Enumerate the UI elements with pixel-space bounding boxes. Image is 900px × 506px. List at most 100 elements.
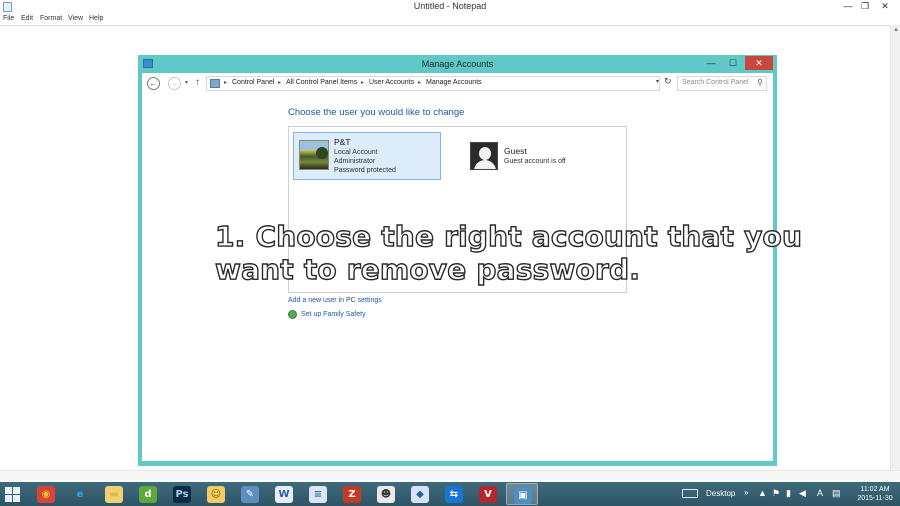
window-title: Manage Accounts (421, 59, 494, 69)
scroll-up-icon[interactable]: ▲ (891, 25, 900, 35)
taskbar-app-button[interactable]: V (472, 483, 504, 505)
filezilla-icon: Z (343, 486, 361, 503)
menu-view[interactable]: View (68, 15, 83, 22)
account-status: Guest account is off (504, 158, 566, 165)
user-avatar (299, 140, 329, 170)
horizontal-scrollbar[interactable] (0, 470, 900, 480)
taskbar-app-button[interactable]: e (64, 483, 96, 505)
manage-accounts-titlebar: Manage Accounts — ☐ ✕ (138, 55, 777, 73)
teamviewer-icon: ⇆ (445, 486, 463, 503)
network-tool-icon: ◆ (411, 486, 429, 503)
menu-edit[interactable]: Edit (21, 15, 33, 22)
system-tray: Desktop » ▲ ⚑ ▮ ◀ A ▤ 11:02 AM 2015-11-3… (678, 482, 900, 506)
menu-format[interactable]: Format (40, 15, 62, 22)
caption-line-2: want to remove password. (214, 252, 641, 286)
touch-keyboard-icon[interactable] (682, 489, 698, 498)
breadcrumb-separator-icon[interactable]: ▸ (418, 79, 421, 86)
breadcrumb-separator-icon[interactable]: ▸ (278, 79, 281, 86)
search-placeholder: Search Control Panel (682, 79, 749, 86)
taskbar-app-button[interactable]: ◆ (404, 483, 436, 505)
taskbar-app-button[interactable]: Ps (166, 483, 198, 505)
user-folder-icon: ☺ (207, 486, 225, 503)
menu-file[interactable]: File (3, 15, 14, 22)
action-center-flag-icon[interactable]: ⚑ (772, 488, 780, 499)
account-tile-pt[interactable]: P&T Local Account Administrator Password… (293, 132, 441, 180)
maximize-button[interactable]: ☐ (724, 56, 742, 70)
clock[interactable]: 11:02 AM 2015-11-30 (852, 485, 898, 503)
show-hidden-icons-icon[interactable]: ▲ (758, 488, 767, 498)
word-icon: W (275, 486, 293, 503)
search-input[interactable]: Search Control Panel ⚲ (677, 76, 767, 91)
desktop-toolbar-chevron-icon[interactable]: » (744, 488, 748, 497)
search-icon[interactable]: ⚲ (757, 78, 763, 87)
taskbar: ◉ e ▬ d Ps ☺ ✎ W ≡ Z ☻ ◆ ⇆ V ▣ Desktop » ▲ ⚑ ▮ ◀ A ▤ 1… (0, 482, 900, 506)
breadcrumb-user-accounts[interactable]: User Accounts (369, 79, 414, 86)
vertical-scrollbar[interactable]: ▲ ▼ (890, 25, 900, 480)
breadcrumb-manage-accounts[interactable]: Manage Accounts (426, 79, 482, 86)
refresh-icon[interactable]: ↻ (664, 76, 672, 87)
breadcrumb-control-panel[interactable]: Control Panel (232, 79, 274, 86)
notepad-menubar: File Edit Format View Help (0, 14, 900, 25)
volume-icon[interactable]: ◀ (799, 488, 806, 499)
account-tile-guest[interactable]: Guest Guest account is off (467, 136, 617, 172)
account-name: Guest (504, 146, 527, 156)
breadcrumb-separator-icon[interactable]: ▸ (361, 79, 364, 86)
page-heading: Choose the user you would like to change (288, 107, 465, 118)
restore-button[interactable]: ❐ (857, 0, 873, 13)
taskbar-app-button[interactable]: ▬ (98, 483, 130, 505)
close-button[interactable]: ✕ (745, 56, 773, 70)
file-explorer-icon: ▬ (105, 486, 123, 503)
internet-explorer-icon: e (76, 489, 84, 500)
document-icon: ≡ (309, 486, 327, 503)
pen-tool-icon: ✎ (241, 486, 259, 503)
taskbar-app-button[interactable]: ⇆ (438, 483, 470, 505)
vnc-icon: V (479, 486, 497, 503)
clock-time: 11:02 AM (860, 486, 890, 493)
start-button[interactable] (4, 485, 22, 503)
dreamweaver-icon: d (139, 486, 157, 503)
chrome-icon: ◉ (37, 486, 55, 503)
breadcrumb-all-items[interactable]: All Control Panel Items (286, 79, 357, 86)
taskbar-app-button[interactable]: W (268, 483, 300, 505)
remote-assist-icon: ☻ (377, 486, 395, 503)
forward-arrow-icon[interactable]: → (168, 77, 181, 90)
minimize-button[interactable]: — (702, 56, 720, 70)
address-bar[interactable]: ▸ Control Panel ▸ All Control Panel Item… (206, 76, 660, 91)
address-dropdown-icon[interactable]: ▾ (656, 78, 659, 85)
guest-avatar-icon (470, 142, 498, 170)
navigation-bar: ← → ▾ ↑ ▸ Control Panel ▸ All Control Pa… (142, 73, 773, 95)
taskbar-app-button[interactable]: ▣ (506, 483, 538, 505)
photoshop-icon: Ps (173, 486, 191, 503)
account-name: P&T (334, 137, 351, 147)
desktop-toolbar-label[interactable]: Desktop (706, 489, 735, 498)
taskbar-app-button[interactable]: ◉ (30, 483, 62, 505)
back-arrow-icon[interactable]: ← (147, 77, 160, 90)
up-arrow-icon[interactable]: ↑ (195, 77, 200, 88)
minimize-button[interactable]: — (840, 0, 856, 13)
account-role: Administrator (334, 158, 376, 165)
add-user-link[interactable]: Add a new user in PC settings (288, 297, 382, 304)
taskbar-app-button[interactable]: Z (336, 483, 368, 505)
taskbar-app-button[interactable]: ✎ (234, 483, 266, 505)
taskbar-app-button[interactable]: ☺ (200, 483, 232, 505)
clock-date: 2015-11-30 (857, 495, 893, 502)
family-safety-icon (288, 310, 297, 319)
control-panel-icon: ▣ (514, 487, 532, 504)
close-button[interactable]: ✕ (874, 0, 896, 13)
notepad-window-title: Untitled - Notepad (413, 1, 487, 11)
family-safety-link[interactable]: Set up Family Safety (301, 311, 366, 318)
account-password-status: Password protected (334, 167, 396, 174)
account-type: Local Account (334, 149, 378, 156)
power-icon[interactable]: ▮ (786, 488, 791, 499)
recent-locations-chevron-icon[interactable]: ▾ (185, 79, 188, 86)
instruction-caption: 1. Choose the right account that you wan… (214, 219, 803, 286)
taskbar-app-button[interactable]: ☻ (370, 483, 402, 505)
network-icon[interactable]: ▤ (832, 488, 841, 499)
caption-line-1: 1. Choose the right account that you (214, 219, 803, 253)
menu-help[interactable]: Help (89, 15, 103, 22)
breadcrumb-separator-icon[interactable]: ▸ (224, 79, 227, 86)
input-method-icon[interactable]: A (817, 488, 823, 498)
control-panel-icon (210, 79, 220, 88)
taskbar-app-button[interactable]: d (132, 483, 164, 505)
taskbar-app-button[interactable]: ≡ (302, 483, 334, 505)
